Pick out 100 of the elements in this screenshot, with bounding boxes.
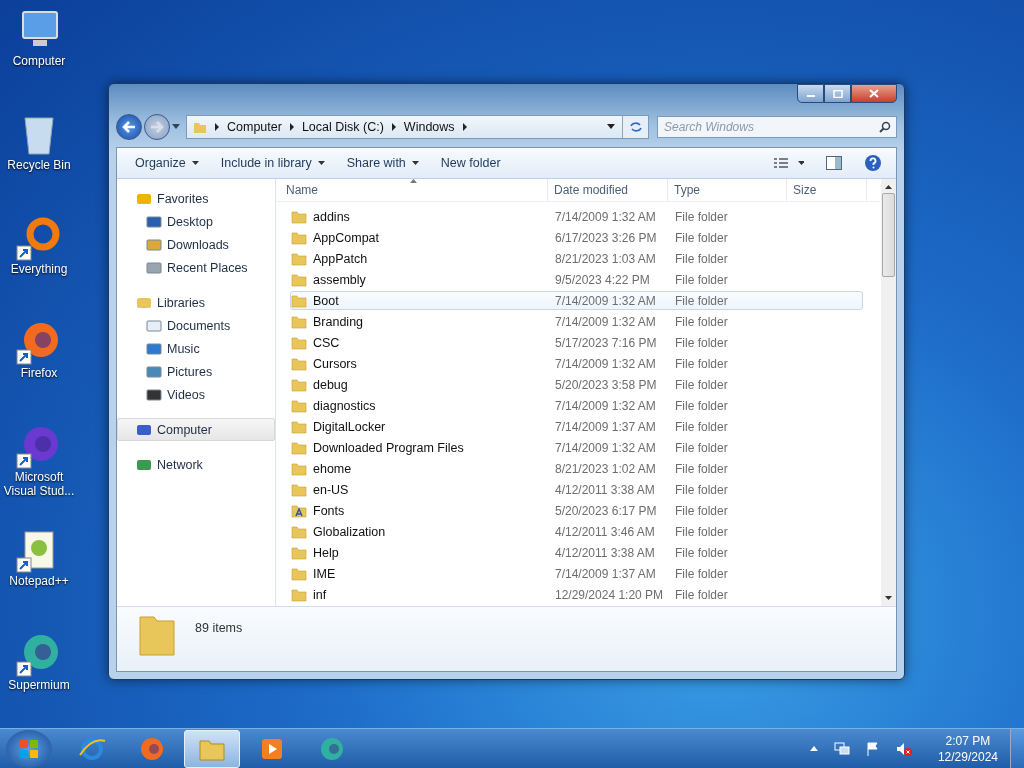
file-row[interactable]: Globalization 4/12/2011 3:46 AM File folder [290,522,863,541]
file-row[interactable]: CSC 5/17/2023 7:16 PM File folder [290,333,863,352]
file-row[interactable]: Boot 7/14/2009 1:32 AM File folder [290,291,863,310]
chevron-icon[interactable] [288,123,295,131]
toolbar-button[interactable]: Include in library [212,153,333,173]
folder-icon [291,566,307,581]
nav-item[interactable]: Desktop [117,210,275,233]
date-modified: 4/12/2011 3:38 AM [554,482,656,497]
clock[interactable]: 2:07 PM 12/29/2024 [929,732,1006,765]
file-row[interactable]: diagnostics 7/14/2009 1:32 AM File folder [290,396,863,415]
maximize-icon [832,89,843,98]
show-hidden-icons-icon[interactable] [809,745,818,752]
search-icon [879,121,891,133]
toolbar-button[interactable]: Share with [338,153,427,173]
file-type: File folder [675,482,729,497]
file-row[interactable]: AppPatch 8/21/2023 1:03 AM File folder [290,249,863,268]
date-modified: 7/14/2009 1:32 AM [554,398,657,413]
folder-icon [291,419,307,434]
file-type: File folder [675,356,729,371]
minimize-button[interactable] [797,84,824,103]
desktop-icon-label[interactable]: Microsoft Visual Stud... [1,470,77,498]
file-name: CSC [313,335,340,350]
chevron-icon[interactable] [214,123,220,131]
address-bar[interactable]: Computer Local Disk (C:) Windows [186,115,649,139]
date-modified: 7/14/2009 1:32 AM [554,356,657,371]
folder-icon [291,377,307,392]
date-modified: 7/14/2009 1:32 AM [554,440,657,455]
breadcrumb-item[interactable]: Local Disk (C:) [301,120,384,134]
item-count: 89 items [195,621,243,635]
desktop-icon-label[interactable]: Computer [1,54,77,68]
scrollbar-thumb[interactable] [882,193,895,277]
nav-item[interactable]: Network [117,453,275,476]
chevron-icon[interactable] [390,123,397,131]
nav-item[interactable]: Music [117,337,275,360]
desktop-icon-label[interactable]: Recycle Bin [1,158,77,172]
date-modified: 8/21/2023 1:02 AM [554,461,657,476]
folder-icon [193,120,207,134]
file-row[interactable]: assembly 9/5/2023 4:22 PM File folder [290,270,863,289]
desktop-icon-label[interactable]: Notepad++ [1,574,77,588]
nav-item[interactable]: Videos [117,383,275,406]
file-name: IME [313,566,336,581]
folder-icon [291,482,307,497]
nav-item[interactable]: Recent Places [117,256,275,279]
column-header[interactable]: Type [668,179,787,201]
date-modified: 9/5/2023 4:22 PM [554,272,651,287]
desktop-icon-label[interactable]: Supermium [1,678,77,692]
folder-icon [291,314,307,329]
close-button[interactable] [851,84,897,103]
file-type: File folder [675,545,729,560]
file-type: File folder [675,524,729,539]
search-field[interactable]: Search Windows [657,116,897,138]
file-name: addins [313,209,350,224]
start-button[interactable] [6,729,52,768]
file-row[interactable]: Fonts 5/20/2023 6:17 PM File folder [290,501,863,520]
file-row[interactable]: Cursors 7/14/2009 1:32 AM File folder [290,354,863,373]
file-row[interactable]: en-US 4/12/2011 3:38 AM File folder [290,480,863,499]
file-type: File folder [675,566,729,581]
file-row[interactable]: debug 5/20/2023 3:58 PM File folder [290,375,863,394]
file-row[interactable]: AppCompat 6/17/2023 3:26 PM File folder [290,228,863,247]
speaker-muted-icon[interactable] [895,741,912,756]
taskbar-button[interactable] [184,729,240,768]
folder-icon [291,335,307,350]
back-button[interactable] [116,114,142,140]
file-row[interactable]: DigitalLocker 7/14/2009 1:37 AM File folder [290,417,863,436]
file-type: File folder [675,461,729,476]
file-row[interactable]: IME 7/14/2009 1:37 AM File folder [290,564,863,583]
nav-item[interactable]: Downloads [117,233,275,256]
scrollbar[interactable] [881,179,896,606]
column-header[interactable]: Size [787,179,867,201]
nav-item[interactable]: Favorites [117,187,275,210]
toolbar-button[interactable]: Organize [127,153,207,173]
refresh-button[interactable] [622,116,648,138]
file-row[interactable]: ehome 8/21/2023 1:02 AM File folder [290,459,863,478]
scroll-up-icon[interactable] [885,185,892,189]
breadcrumb-item[interactable]: Computer [227,120,282,134]
column-header[interactable]: Date modified [548,179,668,201]
file-row[interactable]: Branding 7/14/2009 1:32 AM File folder [290,312,863,331]
nav-item[interactable]: Documents [117,314,275,337]
desktop-icon-label[interactable]: Firefox [1,366,77,380]
scroll-down-icon[interactable] [885,596,892,600]
chevron-icon[interactable] [461,123,468,131]
file-row[interactable]: Help 4/12/2011 3:38 AM File folder [290,543,863,562]
nav-item[interactable]: Computer [117,418,275,441]
breadcrumb-item[interactable]: Windows [403,120,455,134]
file-name: ehome [313,461,352,476]
desktop-icon-label[interactable]: Everything [1,262,77,276]
file-row[interactable]: addins 7/14/2009 1:32 AM File folder [290,207,863,226]
recent-pages-caret-icon[interactable] [172,124,180,130]
dropdown-caret-icon[interactable] [607,124,615,130]
maximize-button[interactable] [824,84,851,103]
file-name: DigitalLocker [313,419,386,434]
file-row[interactable]: inf 12/29/2024 1:20 PM File folder [290,585,863,604]
nav-item[interactable]: Libraries [117,291,275,314]
file-type: File folder [675,440,729,455]
file-row[interactable]: Downloaded Program Files 7/14/2009 1:32 AM File folder [290,438,863,457]
flag-icon[interactable] [865,741,880,756]
toolbar-button[interactable]: New folder [432,153,509,173]
folder-icon [291,272,307,287]
forward-button[interactable] [144,114,170,140]
nav-item[interactable]: Pictures [117,360,275,383]
